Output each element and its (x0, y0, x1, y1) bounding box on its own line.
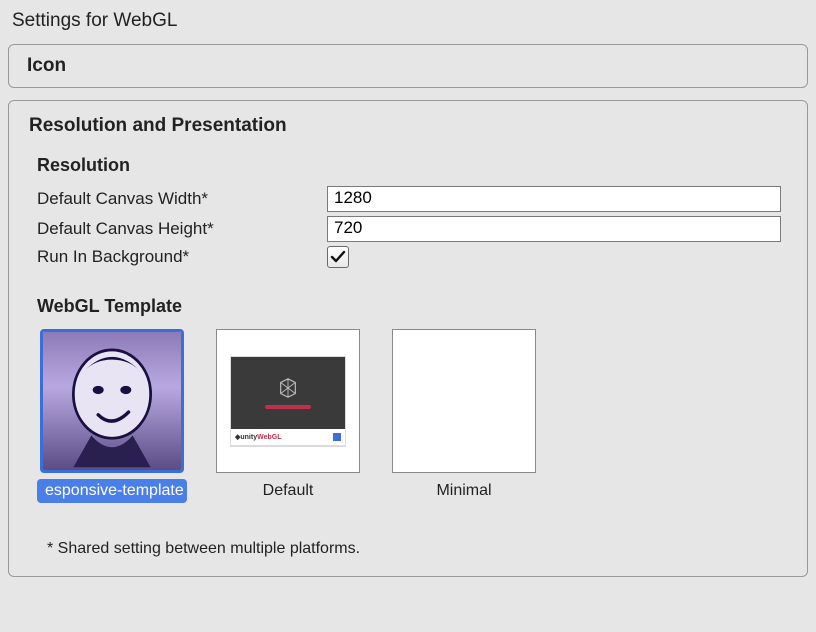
template-responsive-thumb (40, 329, 184, 473)
shared-setting-footnote: * Shared setting between multiple platfo… (29, 540, 787, 558)
unity-logo-icon (277, 377, 299, 399)
template-minimal[interactable]: Minimal (389, 329, 539, 508)
default-canvas-height-input[interactable] (327, 216, 781, 242)
default-canvas-width-row: Default Canvas Width* (37, 186, 787, 212)
run-in-background-row: Run In Background* (37, 246, 787, 268)
template-responsive[interactable]: esponsive-template (37, 329, 187, 508)
template-minimal-thumb (392, 329, 536, 473)
template-minimal-label: Minimal (428, 479, 499, 503)
webgl-template-subheader: WebGL Template (37, 296, 787, 317)
icon-section[interactable]: Icon (8, 44, 808, 88)
default-canvas-width-input[interactable] (327, 186, 781, 212)
resolution-presentation-title: Resolution and Presentation (29, 115, 787, 137)
template-default-label: Default (255, 479, 322, 503)
default-canvas-width-label: Default Canvas Width* (37, 189, 327, 209)
webgl-templates-list: esponsive-template ◆unityWebGL (37, 329, 787, 508)
run-in-background-checkbox[interactable] (327, 246, 349, 268)
resolution-subheader: Resolution (37, 155, 787, 176)
template-default-thumb: ◆unityWebGL (216, 329, 360, 473)
checkmark-icon (330, 249, 346, 265)
default-canvas-height-label: Default Canvas Height* (37, 219, 327, 239)
default-canvas-height-row: Default Canvas Height* (37, 216, 787, 242)
template-default[interactable]: ◆unityWebGL Default (213, 329, 363, 508)
template-responsive-label: esponsive-template (37, 479, 187, 503)
run-in-background-label: Run In Background* (37, 247, 327, 267)
icon-section-title: Icon (27, 55, 789, 77)
page-title: Settings for WebGL (0, 0, 816, 44)
face-icon (43, 331, 181, 471)
resolution-presentation-section: Resolution and Presentation Resolution D… (8, 100, 808, 577)
